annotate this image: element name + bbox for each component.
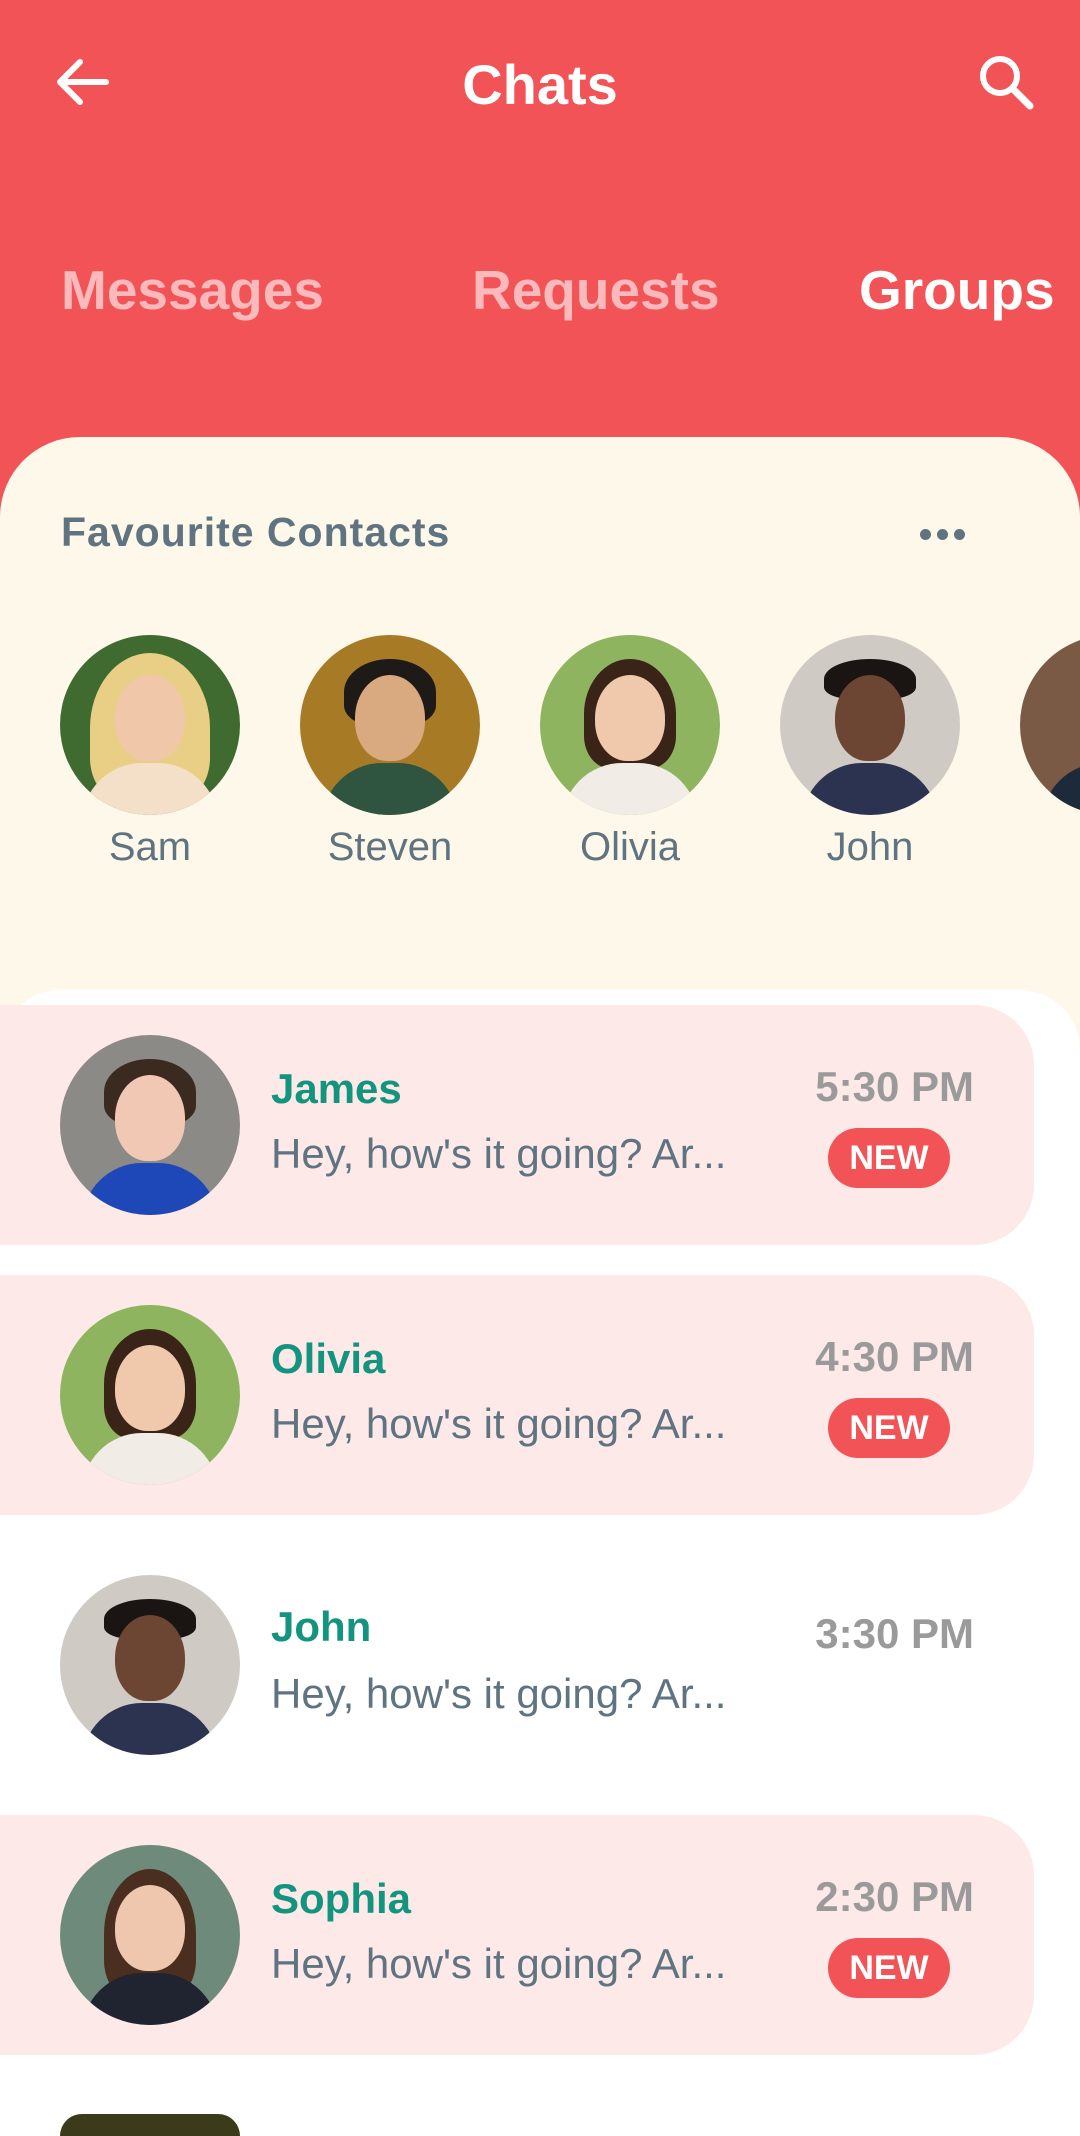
favourite-contact[interactable]: Sam <box>60 635 240 870</box>
chat-preview: Hey, how's it going? Ar... <box>271 1940 727 1987</box>
avatar <box>540 635 720 815</box>
chat-row[interactable]: Sophia Hey, how's it going? Ar... 2:30 P… <box>0 1815 1034 2055</box>
favourite-contact[interactable]: Olivia <box>540 635 720 870</box>
chat-time: 5:30 PM <box>815 1063 974 1110</box>
tab-requests[interactable]: Requests <box>472 258 720 322</box>
contact-name: Steven <box>327 825 453 869</box>
contact-name: John <box>826 825 914 869</box>
more-horizontal-icon[interactable] <box>920 529 965 540</box>
contact-name: Olivia <box>579 825 681 869</box>
chat-name: James <box>271 1065 402 1112</box>
chat-preview: Hey, how's it going? Ar... <box>271 1670 727 1717</box>
avatar <box>1020 635 1080 815</box>
chat-time: 4:30 PM <box>815 1333 974 1380</box>
chat-row[interactable]: John Hey, how's it going? Ar... 3:30 PM <box>0 1545 1034 1785</box>
avatar <box>60 1845 240 2025</box>
favourite-contact[interactable]: Steven <box>300 635 480 870</box>
chat-name: Sophia <box>271 1875 412 1922</box>
search-button[interactable] <box>966 42 1046 122</box>
avatar <box>60 635 240 815</box>
tab-groups[interactable]: Groups <box>859 258 1055 322</box>
chat-time: 2:30 PM <box>815 1873 974 1920</box>
avatar <box>60 1305 240 1485</box>
contact-name: Sam <box>108 825 192 869</box>
favourite-contact[interactable]: John <box>780 635 960 870</box>
avatar <box>60 1575 240 1755</box>
chat-preview: Hey, how's it going? Ar... <box>271 1400 727 1447</box>
search-icon <box>980 56 1034 110</box>
new-badge: NEW <box>828 1938 950 1998</box>
tab-messages[interactable]: Messages <box>61 258 324 322</box>
chat-time: 3:30 PM <box>815 1610 974 1657</box>
avatar <box>780 635 960 815</box>
avatar <box>300 635 480 815</box>
chat-list: James Hey, how's it going? Ar... 5:30 PM… <box>0 990 1080 2136</box>
favourite-contact[interactable]: C <box>1020 635 1080 870</box>
avatar <box>60 1035 240 1215</box>
avatar <box>60 2114 240 2136</box>
contact-name: C <box>1020 825 1080 870</box>
chat-preview: Hey, how's it going? Ar... <box>271 1130 727 1177</box>
chat-name: Olivia <box>271 1335 386 1382</box>
new-badge: NEW <box>828 1398 950 1458</box>
chat-tabs: Messages Requests Groups <box>0 258 1080 338</box>
chat-row[interactable]: James Hey, how's it going? Ar... 5:30 PM… <box>0 1005 1034 1245</box>
chat-row[interactable]: Olivia Hey, how's it going? Ar... 4:30 P… <box>0 1275 1034 1515</box>
new-badge: NEW <box>828 1128 950 1188</box>
favourites-title: Favourite Contacts <box>61 509 451 555</box>
page-title: Chats <box>462 53 618 116</box>
favourite-contacts-panel: Favourite Contacts Sam Steven Olivia Joh… <box>0 437 1080 1057</box>
chat-name: John <box>271 1603 372 1650</box>
